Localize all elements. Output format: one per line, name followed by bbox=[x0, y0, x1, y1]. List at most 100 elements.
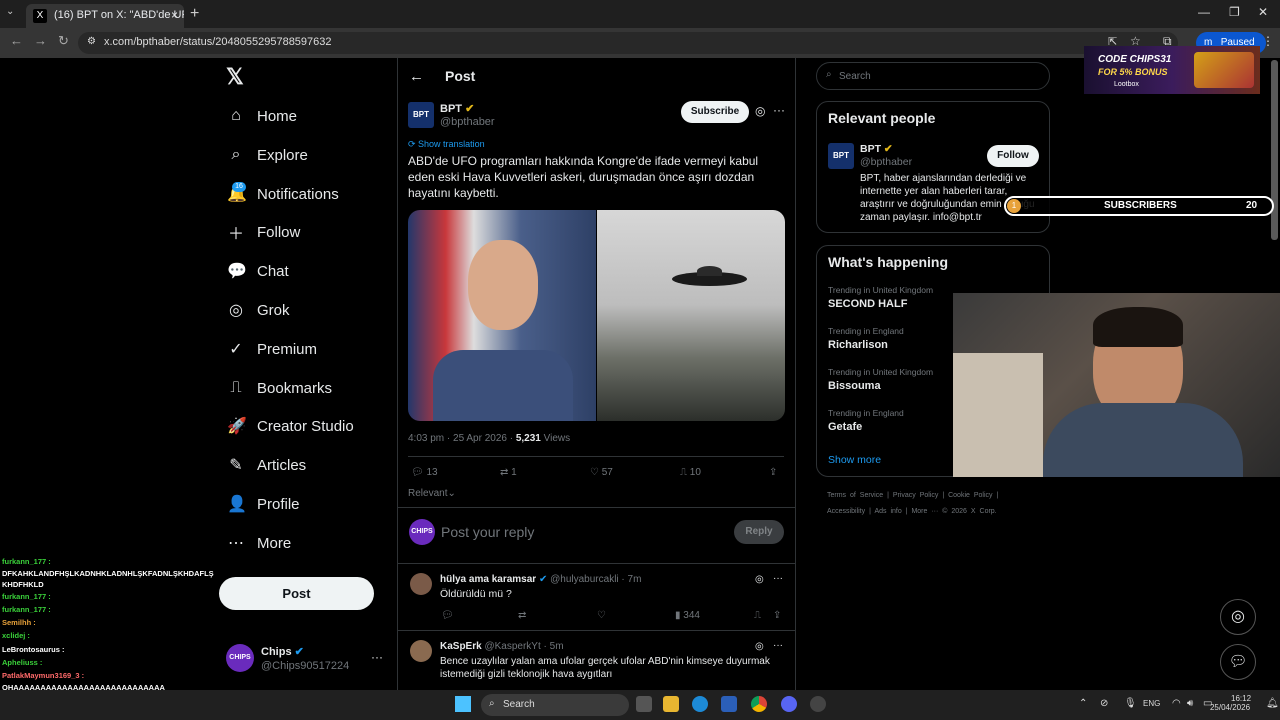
chat-username: furkann_177 : bbox=[2, 557, 51, 566]
notification-center-icon[interactable]: 🔔︎ bbox=[1266, 698, 1279, 709]
author-handle[interactable]: @bpthaber bbox=[440, 116, 495, 128]
sidebar-item-grok[interactable]: ◎ Grok bbox=[227, 294, 290, 326]
sidebar-item-follow[interactable]: ＋ Follow bbox=[227, 216, 300, 248]
comment-handle: @hulyaburcakli · 7m bbox=[550, 574, 642, 585]
airman-photo[interactable] bbox=[408, 210, 596, 421]
search-input[interactable]: ⌕ Search bbox=[816, 62, 1050, 90]
comment-share-icon[interactable]: ⇪ bbox=[773, 610, 781, 621]
new-tab-icon[interactable]: + bbox=[190, 5, 199, 23]
tab-list-icon[interactable]: ⌄ bbox=[6, 6, 14, 17]
person-avatar[interactable]: BPT bbox=[828, 143, 854, 169]
clock[interactable]: 16:12 25/04/2026 bbox=[1210, 694, 1251, 712]
comment-avatar[interactable] bbox=[410, 640, 432, 662]
sidebar-item-articles[interactable]: ✎ Articles bbox=[227, 449, 306, 481]
like-action[interactable]: ♡ 57 bbox=[590, 467, 613, 478]
comment-views[interactable]: ▮ 344 bbox=[675, 610, 700, 621]
discord-icon[interactable] bbox=[781, 696, 797, 712]
site-info-icon[interactable]: ⚙ bbox=[87, 36, 96, 47]
share-icon[interactable]: ⇪ bbox=[769, 467, 777, 478]
start-icon[interactable] bbox=[455, 696, 471, 712]
close-tab-icon[interactable]: × bbox=[171, 8, 178, 22]
trend-item[interactable]: SECOND HALF bbox=[828, 298, 907, 310]
comment-like-icon[interactable]: ♡ bbox=[597, 610, 606, 621]
comment-more-icon[interactable]: ··· bbox=[773, 640, 783, 651]
follow-icon: ＋ bbox=[227, 226, 244, 243]
tray-app-icon[interactable]: ⊘ bbox=[1100, 698, 1108, 709]
grok-fab-icon[interactable]: ◎ bbox=[1220, 599, 1256, 635]
obs-icon[interactable] bbox=[810, 696, 826, 712]
subscribe-button[interactable]: Subscribe bbox=[681, 101, 749, 123]
sidebar-item-more[interactable]: ⋯ More bbox=[227, 527, 291, 559]
sidebar-item-chat[interactable]: 💬 Chat bbox=[227, 255, 289, 287]
show-translation-link[interactable]: ⟳ Show translation bbox=[408, 139, 485, 150]
post-button[interactable]: Post bbox=[219, 577, 374, 610]
trend-item[interactable]: Bissouma bbox=[828, 380, 881, 392]
sidebar-item-premium[interactable]: ✓ Premium bbox=[227, 333, 317, 365]
grok-icon[interactable]: ◎ bbox=[755, 104, 765, 118]
back-icon[interactable]: ← bbox=[10, 33, 23, 48]
comment-bookmark-icon[interactable]: ⎍ bbox=[754, 610, 761, 621]
sidebar-item-profile[interactable]: 👤 Profile bbox=[227, 488, 300, 520]
forward-icon[interactable]: → bbox=[34, 33, 47, 48]
show-more-link[interactable]: Show more bbox=[828, 454, 881, 466]
sidebar-item-bookmarks[interactable]: ⎍ Bookmarks bbox=[227, 372, 332, 404]
restore-icon[interactable]: ❐ bbox=[1229, 5, 1240, 19]
reply-action[interactable]: 💬︎ 13 bbox=[411, 467, 438, 478]
edge-icon[interactable] bbox=[692, 696, 708, 712]
minimize-icon[interactable]: — bbox=[1198, 5, 1210, 19]
grok-icon[interactable]: ◎ bbox=[755, 574, 764, 585]
author-name[interactable]: BPT ✔ bbox=[440, 102, 474, 115]
more-icon[interactable]: ··· bbox=[371, 650, 383, 664]
account-avatar: CHIPS bbox=[226, 644, 254, 672]
language-indicator[interactable]: ENG bbox=[1143, 699, 1160, 708]
account-switcher[interactable]: CHIPS Chips ✔ @Chips90517224 ··· bbox=[226, 640, 386, 680]
comment-reply-icon[interactable]: 💬︎ bbox=[441, 610, 454, 621]
comment-repost-icon[interactable]: ⇄ bbox=[518, 610, 526, 621]
trend-item[interactable]: Getafe bbox=[828, 421, 862, 433]
page-scrollbar[interactable] bbox=[1271, 60, 1278, 240]
task-view-icon[interactable] bbox=[636, 696, 652, 712]
tray-overflow-icon[interactable]: ⌃ bbox=[1079, 698, 1087, 709]
comment-author[interactable]: KaSpErk bbox=[440, 641, 482, 652]
sidebar-item-creator-studio[interactable]: 🚀 Creator Studio bbox=[227, 410, 354, 442]
comment-avatar[interactable] bbox=[410, 573, 432, 595]
comment-author[interactable]: hülya ama karamsar bbox=[440, 574, 536, 585]
person-handle[interactable]: @bpthaber bbox=[860, 156, 912, 168]
taskbar-search[interactable]: ⌕ Search bbox=[481, 694, 629, 716]
url-input[interactable]: ⚙ x.com/bpthaber/status/2048055295788597… bbox=[78, 32, 1178, 54]
repost-action[interactable]: ⇄ 1 bbox=[500, 467, 517, 478]
person-name[interactable]: BPT ✔ bbox=[860, 143, 893, 155]
reload-icon[interactable]: ↻ bbox=[58, 33, 69, 49]
sidebar-item-explore[interactable]: ⌕ Explore bbox=[227, 139, 308, 171]
chrome-icon[interactable] bbox=[751, 696, 767, 712]
close-window-icon[interactable]: ✕ bbox=[1258, 5, 1268, 19]
footer-links-2[interactable]: Accessibility | Ads info | More ··· © 20… bbox=[827, 508, 997, 515]
reply-input[interactable]: Post your reply bbox=[441, 524, 534, 540]
gold-verified-icon: ✔ bbox=[883, 143, 893, 155]
browser-menu-icon[interactable]: ⋮ bbox=[1262, 34, 1274, 48]
views-label: Views bbox=[540, 433, 571, 444]
store-icon[interactable] bbox=[721, 696, 737, 712]
back-arrow-icon[interactable]: ← bbox=[409, 68, 424, 85]
follow-button[interactable]: Follow bbox=[987, 145, 1039, 167]
author-avatar[interactable]: BPT bbox=[408, 102, 434, 128]
profile-icon: 👤 bbox=[227, 496, 247, 513]
comment-more-icon[interactable]: ··· bbox=[773, 573, 783, 584]
file-explorer-icon[interactable] bbox=[663, 696, 679, 712]
sidebar-item-home[interactable]: ⌂ Home bbox=[227, 100, 297, 132]
repost-count: 1 bbox=[511, 467, 517, 478]
volume-icon[interactable]: 🔊︎ bbox=[1187, 698, 1193, 709]
post-more-icon[interactable]: ··· bbox=[773, 103, 785, 117]
grok-icon[interactable]: ◎ bbox=[755, 641, 764, 652]
wifi-icon[interactable]: ◠ bbox=[1172, 698, 1181, 709]
browser-tab[interactable]: X (16) BPT on X: "ABD'de UFO pr... × bbox=[26, 4, 184, 28]
sort-dropdown[interactable]: Relevant⌄ bbox=[408, 488, 456, 499]
microphone-icon[interactable]: 🎙︎ bbox=[1124, 698, 1137, 709]
bookmark-action[interactable]: ⎍ 10 bbox=[680, 467, 701, 478]
ufo-photo[interactable] bbox=[597, 210, 785, 421]
chat-fab-icon[interactable]: 💬︎ bbox=[1220, 644, 1256, 680]
footer-links-1[interactable]: Terms of Service | Privacy Policy | Cook… bbox=[827, 492, 998, 499]
x-logo-icon[interactable]: 𝕏 bbox=[226, 64, 244, 90]
trend-item[interactable]: Richarlison bbox=[828, 339, 888, 351]
reply-button[interactable]: Reply bbox=[734, 520, 784, 544]
